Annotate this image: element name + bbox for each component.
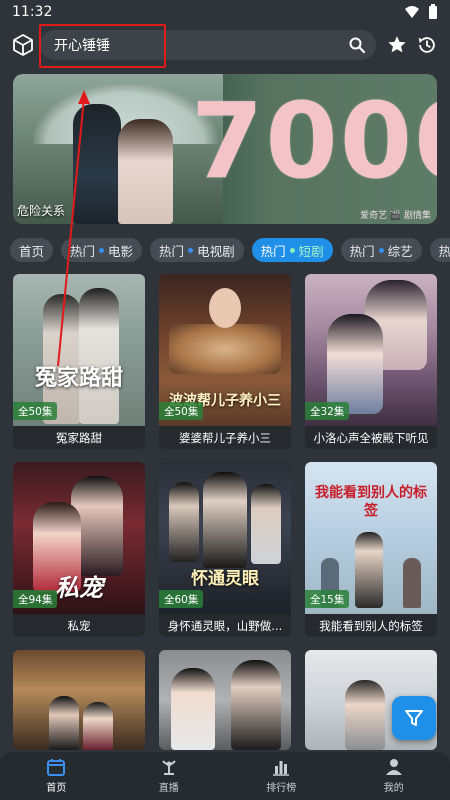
drama-card[interactable]: 私宠 全94集 私宠 bbox=[13, 462, 145, 637]
nav-label: 首页 bbox=[46, 783, 67, 794]
antenna-icon bbox=[161, 760, 176, 775]
episode-badge: 全94集 bbox=[13, 590, 58, 608]
filter-icon bbox=[405, 710, 423, 726]
tab-home[interactable]: 首页 bbox=[10, 238, 54, 262]
cube-icon[interactable] bbox=[11, 33, 35, 57]
episode-badge: 全60集 bbox=[159, 590, 204, 608]
nav-label: 直播 bbox=[158, 783, 179, 794]
drama-card[interactable]: 怀通灵眼 全60集 身怀通灵眼，山野做... bbox=[159, 462, 291, 637]
status-time: 11:32 bbox=[12, 4, 53, 20]
tab-sublabel: 电视剧 bbox=[197, 243, 235, 259]
banner-brand: 爱奇艺 🎬 剧情集 bbox=[360, 211, 431, 221]
status-bar: 11:32 bbox=[0, 0, 450, 24]
tab-label: 热门 bbox=[349, 243, 375, 259]
drama-card[interactable]: 我能看到别人的标签 全15集 我能看到别人的标签 bbox=[305, 462, 437, 637]
wifi-icon bbox=[405, 6, 419, 18]
card-title: 小洛心声全被殿下听见 bbox=[305, 426, 437, 449]
card-title: 冤家路甜 bbox=[13, 426, 145, 449]
drama-card[interactable] bbox=[159, 650, 291, 750]
banner-figure bbox=[118, 119, 173, 224]
drama-card[interactable] bbox=[13, 650, 145, 750]
category-tabs: 首页 热门 电影 热门 电视剧 热门 短剧 热门 综艺 热门 bbox=[10, 238, 450, 264]
nav-item-live[interactable]: 直播 bbox=[129, 758, 209, 794]
status-icons bbox=[404, 4, 438, 20]
card-title: 我能看到别人的标签 bbox=[305, 614, 437, 637]
top-bar: 开心锤锤 bbox=[0, 24, 450, 68]
episode-badge: 全15集 bbox=[305, 590, 350, 608]
battery-icon bbox=[429, 4, 437, 19]
search-input[interactable]: 开心锤锤 bbox=[40, 30, 376, 60]
tab-dot bbox=[289, 247, 295, 253]
star-icon[interactable] bbox=[386, 34, 408, 56]
filter-button[interactable] bbox=[392, 696, 436, 740]
person-icon bbox=[385, 759, 402, 775]
tab-sublabel: 电影 bbox=[108, 243, 134, 259]
card-poster-text: 怀通灵眼 bbox=[191, 569, 259, 589]
episode-badge: 全50集 bbox=[13, 402, 58, 420]
bar-chart-icon bbox=[273, 761, 290, 776]
tab-hot-tv[interactable]: 热门 电视剧 bbox=[150, 238, 244, 262]
tab-label: 热门 bbox=[260, 243, 286, 259]
tab-dot bbox=[378, 247, 384, 253]
card-title: 身怀通灵眼，山野做... bbox=[159, 614, 291, 637]
featured-banner[interactable]: 7000 危险关系 爱奇艺 🎬 剧情集 bbox=[13, 74, 437, 224]
banner-number: 7000 bbox=[191, 80, 437, 202]
nav-item-home[interactable]: 首页 bbox=[16, 758, 96, 794]
episode-badge: 全50集 bbox=[159, 402, 204, 420]
card-poster-text: 冤家路甜 bbox=[34, 366, 123, 391]
nav-item-ranking[interactable]: 排行榜 bbox=[241, 758, 321, 794]
card-poster-text: 我能看到别人的标签 bbox=[315, 485, 427, 519]
tab-hot-movie[interactable]: 热门 电影 bbox=[61, 238, 143, 262]
drama-card[interactable]: 冤家路甜 全50集 冤家路甜 bbox=[13, 274, 145, 449]
card-poster bbox=[13, 650, 145, 750]
search-icon[interactable] bbox=[348, 36, 366, 54]
nav-item-mine[interactable]: 我的 bbox=[354, 758, 434, 794]
drama-card[interactable]: 波波帮儿子养小三 全50集 婆婆帮儿子养小三 bbox=[159, 274, 291, 449]
history-icon[interactable] bbox=[416, 34, 438, 56]
nav-label: 排行榜 bbox=[266, 783, 297, 794]
banner-figure bbox=[73, 104, 121, 224]
search-input-value: 开心锤锤 bbox=[54, 38, 110, 54]
calendar-icon bbox=[47, 759, 66, 776]
tab-hot-more[interactable]: 热门 bbox=[429, 238, 450, 262]
card-title: 婆婆帮儿子养小三 bbox=[159, 426, 291, 449]
tab-dot bbox=[188, 247, 194, 253]
drama-card[interactable]: 全32集 小洛心声全被殿下听见 bbox=[305, 274, 437, 449]
card-title: 私宠 bbox=[13, 614, 145, 637]
tab-dot bbox=[99, 247, 105, 253]
tab-label: 首页 bbox=[19, 243, 45, 259]
tab-sublabel: 短剧 bbox=[298, 243, 324, 259]
banner-title: 危险关系 bbox=[17, 204, 66, 218]
tab-label: 热门 bbox=[159, 243, 185, 259]
tab-hot-variety[interactable]: 热门 综艺 bbox=[340, 238, 422, 262]
nav-label: 我的 bbox=[383, 783, 404, 794]
tab-label: 热门 bbox=[438, 243, 450, 259]
tab-label: 热门 bbox=[70, 243, 96, 259]
tab-hot-short-drama[interactable]: 热门 短剧 bbox=[251, 238, 333, 262]
episode-badge: 全32集 bbox=[305, 402, 350, 420]
bottom-nav: 首页 直播 排行榜 我的 bbox=[0, 752, 450, 800]
tab-sublabel: 综艺 bbox=[387, 243, 413, 259]
card-poster bbox=[159, 650, 291, 750]
